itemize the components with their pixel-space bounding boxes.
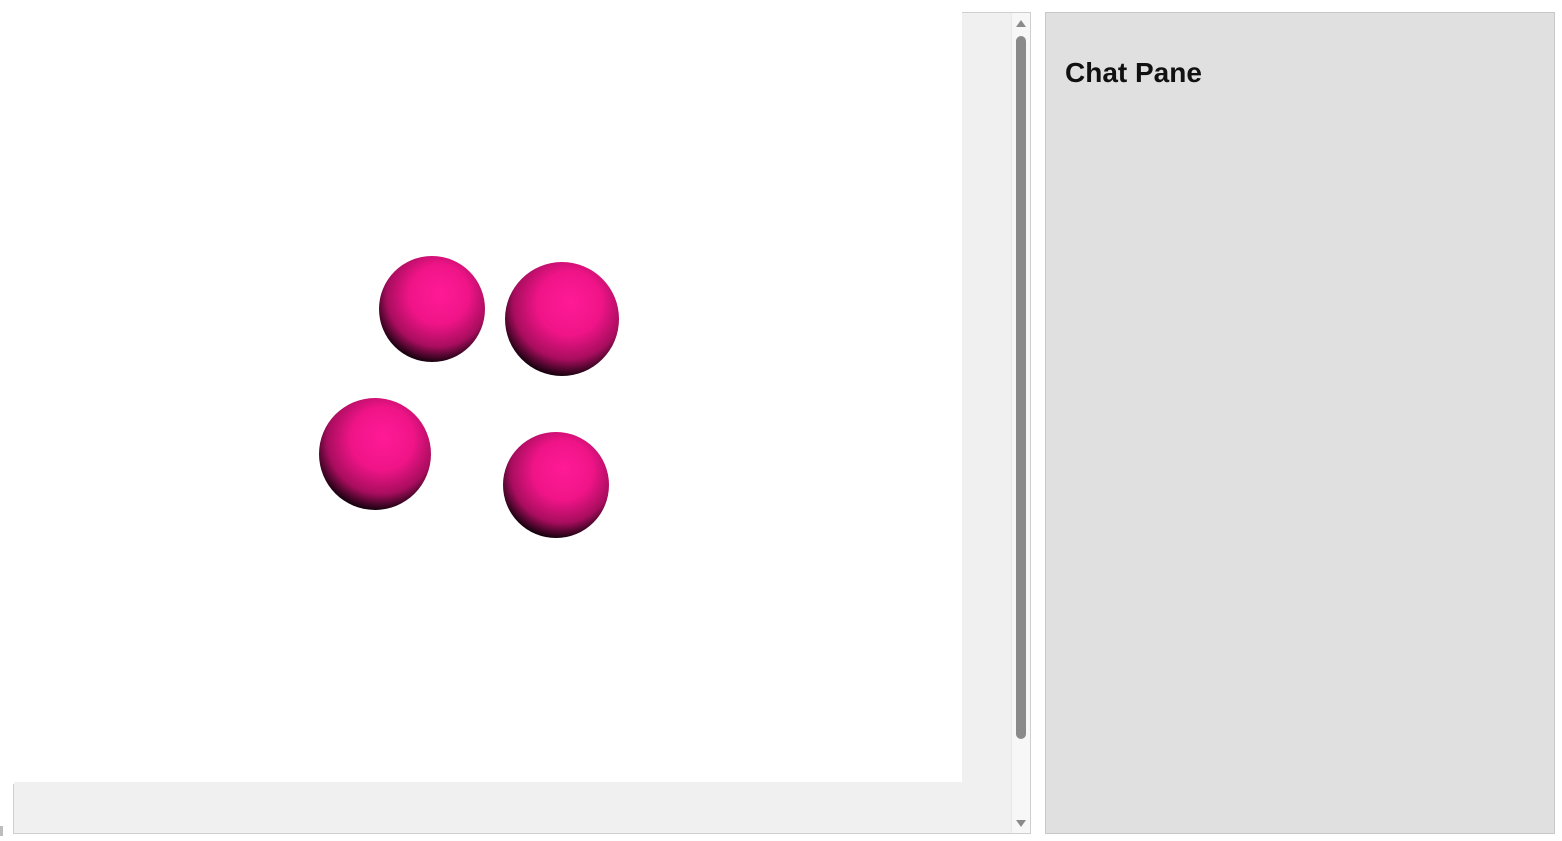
scrollbar-thumb[interactable]	[1016, 36, 1026, 739]
app-root: Chat Pane	[0, 0, 1562, 841]
sphere	[319, 398, 431, 510]
corner-mark	[0, 826, 3, 836]
scene-viewport[interactable]	[1, 1, 962, 784]
vertical-scrollbar[interactable]	[1011, 13, 1030, 833]
sphere	[503, 432, 609, 538]
triangle-up-icon[interactable]	[1016, 20, 1026, 27]
sphere	[379, 256, 485, 362]
chat-pane-title: Chat Pane	[1065, 57, 1202, 88]
horizontal-scroll-area[interactable]	[14, 782, 1012, 833]
chat-pane: Chat Pane	[1045, 12, 1555, 834]
scene-canvas[interactable]	[1, 1, 962, 784]
sphere	[505, 262, 619, 376]
scene-scroll-container[interactable]	[1, 1, 1031, 834]
triangle-down-icon[interactable]	[1016, 820, 1026, 827]
